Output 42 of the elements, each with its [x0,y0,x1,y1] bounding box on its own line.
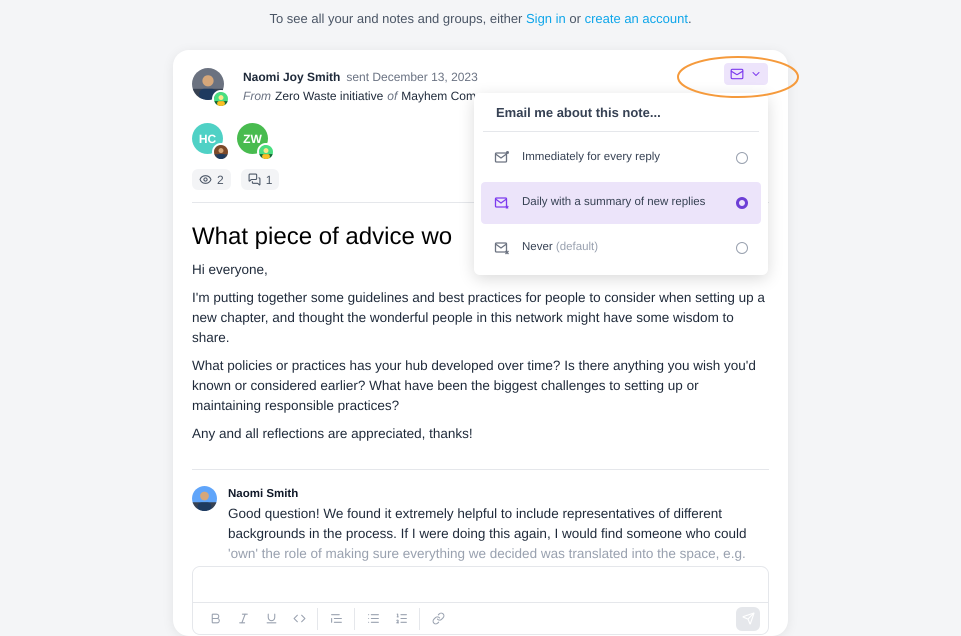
note-paragraph: What policies or practices has your hub developed over time? Is there anything you wish you'd known or considered earlier? What have been the biggest challenges to setting up or maintaining responsible practices? [192,357,757,415]
quote-icon [330,612,342,625]
italic-icon [236,612,250,625]
initials-avatar: ZW [237,123,268,154]
sign-in-notice: To see all your and notes and groups, either Sign in or create an account. [269,10,692,27]
initials-avatar: HC [192,123,223,154]
radio-button[interactable] [736,152,748,164]
of-label: of [387,88,398,105]
reply-text-faded: 'own' the role of making sure everything we decided was translated into the space, e.g. [228,545,747,563]
menu-option[interactable]: Never (default) [481,226,761,268]
envelope-icon [730,67,744,81]
views-counter: 2 [192,169,231,190]
radio-button[interactable] [736,196,748,208]
note-paragraph: I'm putting together some guidelines and best practices for people to consider when setting up a new chapter, and thought the wonderful people in this network might have some wisdom to share. [192,289,766,347]
network-name: Mayhem Com [401,88,476,105]
menu-option[interactable]: Immediately for every reply [481,136,761,178]
eye-icon [199,173,212,186]
note-paragraph: Hi everyone, [192,261,269,279]
note-paragraph: Any and all reflections are appreciated, thanks! [192,425,474,443]
sent-date: sent December 13, 2023 [346,69,478,86]
envelope-icon [494,150,510,166]
from-label: From [243,88,271,105]
group-name: Zero Waste initiative [275,88,384,105]
envelope-icon [494,240,510,256]
code-icon [292,612,306,625]
bold-icon [208,612,222,625]
underline-icon [264,612,278,625]
link-icon [432,612,444,625]
replies-counter: 1 [240,169,280,190]
author-name: Naomi Joy Smith [243,69,340,86]
speech-bubbles-icon [248,173,261,186]
envelope-icon [494,194,510,210]
menu-option[interactable]: Daily with a summary of new replies [481,182,761,224]
reply-text: Good question! We found it extremely helpful to include representatives of different backgrounds in the process. If I were doing this again, I would find someone who could [228,505,748,543]
email-settings-button[interactable] [724,63,768,85]
menu-heading: Email me about this note... [483,93,759,132]
reply-author: Naomi Smith [228,487,300,502]
radio-button[interactable] [736,242,748,254]
send-icon [742,612,754,625]
numbered-list-icon [394,612,408,625]
note-title: What piece of advice wo [192,222,452,252]
bullet-list-icon [366,612,380,625]
